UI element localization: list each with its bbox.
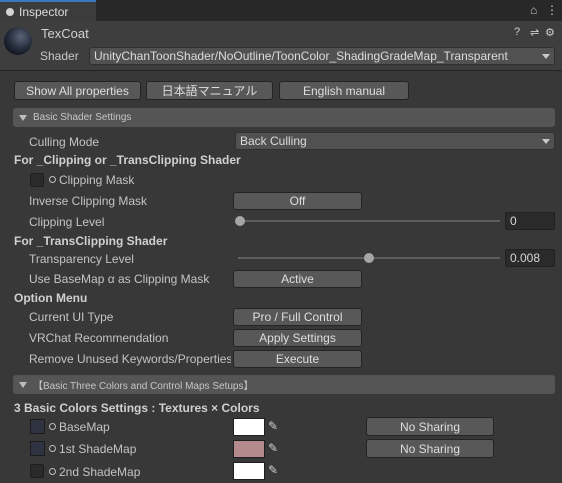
basemap-sharing-button[interactable]: No Sharing <box>366 417 494 436</box>
eyedropper-icon[interactable]: ✎ <box>268 463 278 477</box>
section-title: 【Basic Three Colors and Control Maps Set… <box>33 381 254 392</box>
vrchat-recommendation-label: VRChat Recommendation <box>29 331 169 345</box>
use-basemap-alpha-toggle[interactable]: Active <box>233 270 362 288</box>
execute-button[interactable]: Execute <box>233 350 362 368</box>
first-shademap-label: 1st ShadeMap <box>49 442 136 456</box>
inverse-clipping-toggle[interactable]: Off <box>233 192 362 210</box>
menu-icon[interactable]: ⋮ <box>546 3 558 17</box>
chevron-down-icon <box>542 139 550 144</box>
property-icon <box>49 468 56 475</box>
first-shademap-color-swatch[interactable] <box>233 440 265 458</box>
clipping-level-slider[interactable] <box>238 220 500 222</box>
remove-unused-keywords-label: Remove Unused Keywords/Properties <box>29 352 231 366</box>
basemap-color-swatch[interactable] <box>233 418 265 436</box>
tab-inspector-label: Inspector <box>19 4 69 19</box>
shader-dropdown-value: UnityChanToonShader/NoOutline/ToonColor_… <box>94 49 508 63</box>
clipping-mask-texture-slot[interactable] <box>30 173 44 187</box>
culling-mode-label: Culling Mode <box>29 135 100 149</box>
eyedropper-icon[interactable]: ✎ <box>268 441 278 455</box>
current-ui-type-button[interactable]: Pro / Full Control <box>233 308 362 326</box>
culling-mode-dropdown[interactable]: Back Culling <box>235 132 555 150</box>
section-basic-shader-settings[interactable]: Basic Shader Settings <box>13 108 555 127</box>
transparency-level-label: Transparency Level <box>29 252 134 266</box>
second-shademap-label: 2nd ShadeMap <box>49 465 140 479</box>
property-icon <box>49 176 56 183</box>
help-icon[interactable]: ? <box>514 26 520 38</box>
chevron-down-icon <box>542 54 550 59</box>
clipping-level-slider-handle[interactable] <box>235 216 245 226</box>
eyedropper-icon[interactable]: ✎ <box>268 419 278 433</box>
shader-dropdown[interactable]: UnityChanToonShader/NoOutline/ToonColor_… <box>89 47 555 65</box>
material-name: TexCoat <box>41 26 89 41</box>
first-shademap-sharing-button[interactable]: No Sharing <box>366 439 494 458</box>
tab-inspector[interactable]: Inspector <box>0 0 96 21</box>
property-icon <box>49 445 56 452</box>
shader-label: Shader <box>40 49 79 63</box>
option-menu-header: Option Menu <box>14 291 88 305</box>
apply-settings-button[interactable]: Apply Settings <box>233 329 362 347</box>
transparency-level-field[interactable]: 0.008 <box>505 249 555 267</box>
use-basemap-alpha-label: Use BaseMap α as Clipping Mask <box>29 272 210 286</box>
japanese-manual-button[interactable]: 日本語マニュアル <box>146 81 273 100</box>
basemap-texture-slot[interactable] <box>30 419 45 434</box>
transparency-level-slider-handle[interactable] <box>364 253 374 263</box>
section-basic-three-colors[interactable]: 【Basic Three Colors and Control Maps Set… <box>13 375 555 394</box>
second-shademap-color-swatch[interactable] <box>233 462 265 480</box>
material-preview-icon <box>4 27 32 55</box>
inspector-info-icon <box>6 7 14 16</box>
clipping-mask-label: Clipping Mask <box>49 173 134 187</box>
english-manual-button[interactable]: English manual <box>279 81 409 100</box>
inverse-clipping-label: Inverse Clipping Mask <box>29 194 148 208</box>
culling-mode-value: Back Culling <box>240 134 307 148</box>
gear-icon[interactable]: ⚙ <box>545 26 555 39</box>
foldout-triangle-icon <box>19 381 27 388</box>
preset-icon[interactable]: ⇌ <box>530 26 539 39</box>
lock-icon[interactable]: ⌂ <box>530 3 537 17</box>
basemap-label: BaseMap <box>49 420 110 434</box>
trans-clipping-header: For _TransClipping Shader <box>14 234 168 248</box>
clipping-header: For _Clipping or _TransClipping Shader <box>14 153 241 167</box>
clipping-level-label: Clipping Level <box>29 215 105 229</box>
foldout-triangle-icon <box>19 114 27 121</box>
first-shademap-texture-slot[interactable] <box>30 441 45 456</box>
section-title: Basic Shader Settings <box>33 112 132 123</box>
basic-colors-subheader: 3 Basic Colors Settings : Textures × Col… <box>14 401 260 415</box>
property-icon <box>49 423 56 430</box>
current-ui-type-label: Current UI Type <box>29 310 114 324</box>
show-all-properties-button[interactable]: Show All properties <box>14 81 141 100</box>
second-shademap-texture-slot[interactable] <box>30 464 44 478</box>
clipping-level-field[interactable]: 0 <box>505 212 555 230</box>
